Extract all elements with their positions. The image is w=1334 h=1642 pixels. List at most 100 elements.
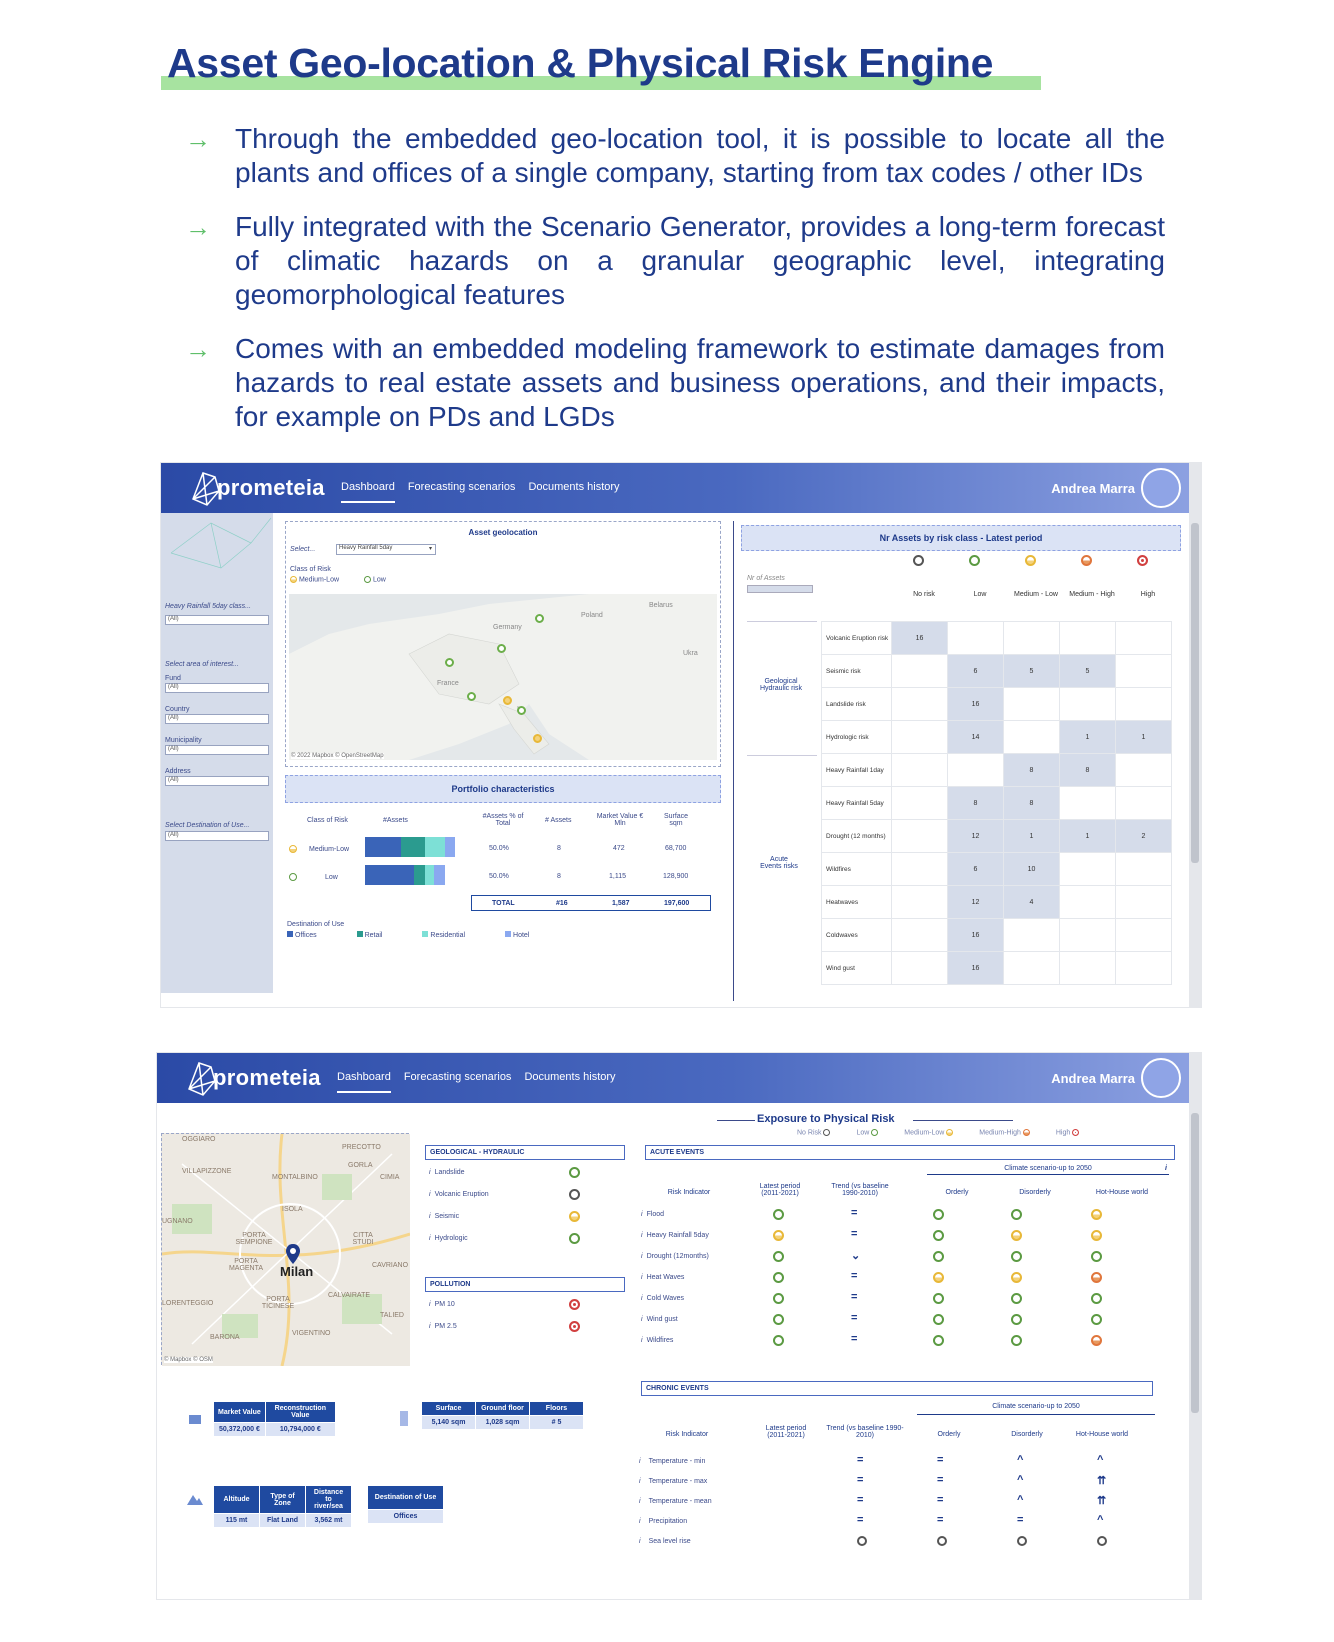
risk-count-cell[interactable]: 5 xyxy=(1059,654,1116,688)
risk-count-cell[interactable] xyxy=(1059,687,1116,721)
asset-marker[interactable] xyxy=(517,706,526,715)
info-icon[interactable]: i xyxy=(641,1253,643,1260)
risk-count-cell[interactable] xyxy=(1059,621,1116,655)
info-icon[interactable]: i xyxy=(641,1211,643,1218)
risk-count-cell[interactable] xyxy=(1003,918,1060,952)
info-icon[interactable]: i xyxy=(639,1538,641,1545)
risk-count-cell[interactable] xyxy=(891,720,948,754)
risk-count-cell[interactable] xyxy=(891,753,948,787)
risk-count-cell[interactable] xyxy=(947,753,1004,787)
risk-count-cell[interactable]: 10 xyxy=(1003,852,1060,886)
risk-count-cell[interactable]: 16 xyxy=(891,621,948,655)
risk-count-cell[interactable]: 16 xyxy=(947,918,1004,952)
fund-select[interactable]: (All) xyxy=(165,683,269,693)
risk-count-cell[interactable]: 16 xyxy=(947,951,1004,985)
avatar[interactable] xyxy=(1141,1058,1181,1098)
info-icon[interactable]: i xyxy=(641,1337,643,1344)
country-select[interactable]: (All) xyxy=(165,714,269,724)
risk-count-cell[interactable]: 1 xyxy=(1115,720,1172,754)
municipality-select[interactable]: (All) xyxy=(165,745,269,755)
info-icon[interactable]: i xyxy=(641,1232,643,1239)
milan-map[interactable]: OGGIARO VILLAPIZZONE MONTALBINO PRECOTTO… xyxy=(161,1133,411,1367)
risk-count-cell[interactable] xyxy=(891,687,948,721)
scrollbar-thumb[interactable] xyxy=(1191,1113,1199,1413)
info-icon[interactable]: i xyxy=(641,1274,643,1281)
nav-forecasting[interactable]: Forecasting scenarios xyxy=(404,1071,512,1093)
hazard-select[interactable]: Heavy Rainfall 5day ▾ xyxy=(336,544,436,555)
risk-count-cell[interactable]: 4 xyxy=(1003,885,1060,919)
asset-marker[interactable] xyxy=(535,614,544,623)
asset-marker[interactable] xyxy=(503,696,512,705)
risk-count-cell[interactable] xyxy=(891,786,948,820)
europe-map[interactable]: Germany Poland Belarus France Ukra It © … xyxy=(289,594,717,760)
asset-marker[interactable] xyxy=(533,734,542,743)
risk-count-cell[interactable] xyxy=(1059,852,1116,886)
risk-count-cell[interactable]: 12 xyxy=(947,885,1004,919)
scrollbar[interactable] xyxy=(1189,1053,1201,1599)
risk-count-cell[interactable]: 8 xyxy=(1003,753,1060,787)
scrollbar[interactable] xyxy=(1189,463,1201,1007)
risk-count-cell[interactable]: 6 xyxy=(947,654,1004,688)
nav-documents[interactable]: Documents history xyxy=(528,481,619,503)
risk-count-cell[interactable] xyxy=(1115,951,1172,985)
filter-rainfall-select[interactable]: (All) xyxy=(165,615,269,625)
nav-dashboard[interactable]: Dashboard xyxy=(337,1071,391,1093)
risk-count-cell[interactable] xyxy=(1059,885,1116,919)
risk-count-cell[interactable] xyxy=(1115,786,1172,820)
asset-marker[interactable] xyxy=(445,658,454,667)
info-icon[interactable]: i xyxy=(639,1458,641,1465)
risk-count-cell[interactable] xyxy=(1003,720,1060,754)
risk-count-cell[interactable]: 5 xyxy=(1003,654,1060,688)
risk-count-cell[interactable]: 16 xyxy=(947,687,1004,721)
risk-count-cell[interactable] xyxy=(1003,951,1060,985)
info-icon[interactable]: i xyxy=(429,1235,431,1242)
risk-count-cell[interactable] xyxy=(1115,885,1172,919)
destination-select[interactable]: (All) xyxy=(165,831,269,841)
asset-marker[interactable] xyxy=(467,692,476,701)
risk-count-cell[interactable] xyxy=(891,852,948,886)
risk-count-cell[interactable] xyxy=(1003,687,1060,721)
info-icon[interactable]: i xyxy=(429,1169,431,1176)
risk-count-cell[interactable]: 8 xyxy=(947,786,1004,820)
risk-count-cell[interactable] xyxy=(1003,621,1060,655)
info-icon[interactable]: i xyxy=(639,1478,641,1485)
risk-count-cell[interactable]: 2 xyxy=(1115,819,1172,853)
info-icon[interactable]: i xyxy=(641,1295,643,1302)
asset-marker[interactable] xyxy=(497,644,506,653)
user-name[interactable]: Andrea Marra xyxy=(1051,481,1135,496)
info-icon[interactable]: i xyxy=(429,1191,431,1198)
risk-count-cell[interactable] xyxy=(947,621,1004,655)
risk-count-cell[interactable] xyxy=(1115,654,1172,688)
risk-count-cell[interactable] xyxy=(1115,687,1172,721)
risk-count-cell[interactable]: 8 xyxy=(1059,753,1116,787)
risk-count-cell[interactable]: 6 xyxy=(947,852,1004,886)
scrollbar-thumb[interactable] xyxy=(1191,523,1199,863)
info-icon[interactable]: i xyxy=(429,1323,431,1330)
user-name[interactable]: Andrea Marra xyxy=(1051,1071,1135,1086)
risk-count-cell[interactable] xyxy=(891,918,948,952)
location-pin-icon[interactable] xyxy=(286,1244,300,1264)
risk-count-cell[interactable]: 1 xyxy=(1059,819,1116,853)
risk-count-cell[interactable]: 8 xyxy=(1003,786,1060,820)
avatar[interactable] xyxy=(1141,468,1181,508)
info-icon[interactable]: i xyxy=(639,1518,641,1525)
nav-forecasting[interactable]: Forecasting scenarios xyxy=(408,481,516,503)
risk-count-cell[interactable]: 1 xyxy=(1003,819,1060,853)
risk-count-cell[interactable]: 1 xyxy=(1059,720,1116,754)
risk-count-cell[interactable]: 12 xyxy=(947,819,1004,853)
address-select[interactable]: (All) xyxy=(165,776,269,786)
risk-count-cell[interactable] xyxy=(891,819,948,853)
risk-count-cell[interactable] xyxy=(1059,951,1116,985)
info-icon[interactable]: i xyxy=(641,1316,643,1323)
info-icon[interactable]: i xyxy=(639,1498,641,1505)
risk-count-cell[interactable] xyxy=(1059,918,1116,952)
risk-count-cell[interactable] xyxy=(1115,852,1172,886)
risk-count-cell[interactable] xyxy=(891,885,948,919)
risk-count-cell[interactable] xyxy=(891,654,948,688)
risk-count-cell[interactable]: 14 xyxy=(947,720,1004,754)
info-icon[interactable]: i xyxy=(1165,1165,1167,1172)
risk-count-cell[interactable] xyxy=(1115,621,1172,655)
risk-count-cell[interactable] xyxy=(1059,786,1116,820)
risk-count-cell[interactable] xyxy=(891,951,948,985)
risk-count-cell[interactable] xyxy=(1115,918,1172,952)
